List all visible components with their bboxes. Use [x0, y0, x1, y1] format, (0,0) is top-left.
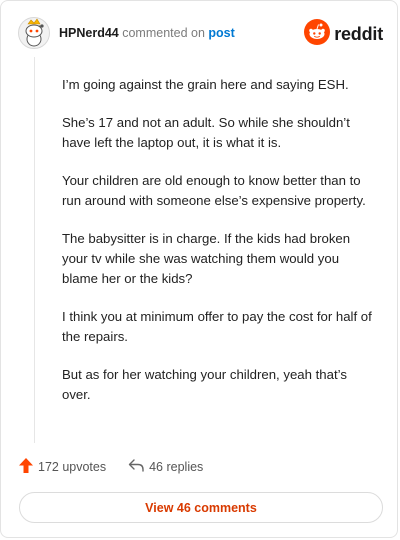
- commented-on-text: commented on: [122, 26, 205, 40]
- reddit-logo-icon: [304, 18, 331, 50]
- reddit-wordmark: reddit: [334, 23, 383, 44]
- reddit-logo[interactable]: reddit: [304, 18, 383, 50]
- reply-arrow-icon: [128, 459, 144, 475]
- comment-paragraph: The babysitter is in charge. If the kids…: [62, 231, 351, 286]
- comment-header: HPNerd44 commented on post reddit: [18, 17, 383, 51]
- comment-paragraph: She’s 17 and not an adult. So while she …: [62, 115, 350, 150]
- upvote-count: 172 upvotes: [38, 460, 107, 474]
- snoo-avatar-icon[interactable]: [18, 17, 50, 49]
- comment-meta: HPNerd44 commented on post: [59, 26, 235, 40]
- upvote-button[interactable]: 172 upvotes: [19, 458, 106, 476]
- replies-button[interactable]: 46 replies: [128, 459, 203, 475]
- comment-paragraph: But as for her watching your children, y…: [62, 367, 347, 402]
- comment-actions: 172 upvotes 46 replies: [19, 457, 203, 477]
- comment-paragraph: I think you at minimum offer to pay the …: [62, 309, 372, 344]
- comment-paragraph: Your children are old enough to know bet…: [62, 173, 366, 208]
- upvote-arrow-icon: [19, 458, 33, 476]
- replies-count: 46 replies: [149, 460, 204, 474]
- post-link[interactable]: post: [208, 26, 234, 40]
- view-comments-button[interactable]: View 46 comments: [19, 492, 383, 523]
- comment-card: HPNerd44 commented on post reddit I’m go…: [0, 0, 398, 538]
- comment-body: I’m going against the grain here and say…: [62, 75, 378, 423]
- thread-line: [34, 57, 35, 443]
- comment-paragraph: I’m going against the grain here and say…: [62, 77, 349, 92]
- username-link[interactable]: HPNerd44: [59, 26, 119, 40]
